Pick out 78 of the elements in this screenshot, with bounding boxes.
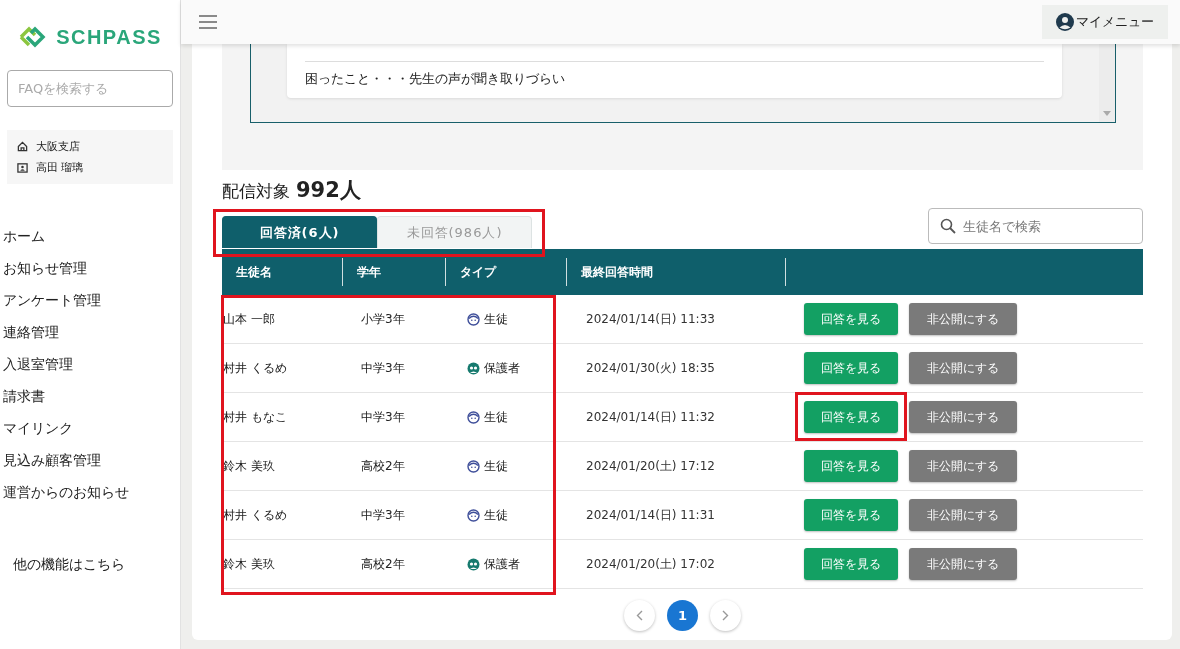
nav-item[interactable]: 入退室管理 xyxy=(3,348,73,380)
type-label: 生徒 xyxy=(484,506,508,524)
home-icon xyxy=(17,141,28,152)
table-cell-text: 2024/01/14(日) 11:31 xyxy=(585,506,716,524)
table-cell-text: 2024/01/20(土) 17:12 xyxy=(585,457,716,475)
table-cell-text: 村井 くるめ xyxy=(222,506,288,524)
logo-text: SCHPASS xyxy=(56,25,162,49)
table-cell-text: 村井 くるめ xyxy=(222,359,288,377)
table-cell-text: 山本 一郎 xyxy=(222,310,276,328)
table-cell-text: 2024/01/20(土) 17:02 xyxy=(585,555,716,573)
type-label: 保護者 xyxy=(484,555,520,573)
view-answer-button[interactable]: 回答を見る xyxy=(804,548,898,580)
make-private-button[interactable]: 非公開にする xyxy=(909,499,1017,531)
table-cell-text: 村井 もなこ xyxy=(222,408,288,426)
column-header: 最終回答時間 xyxy=(567,258,786,286)
next-page-button[interactable] xyxy=(710,600,741,631)
nav-item[interactable]: ホーム xyxy=(3,220,45,252)
table-cell-text: 2024/01/30(火) 18:35 xyxy=(585,359,716,377)
face-icon xyxy=(467,508,480,522)
type-label: 生徒 xyxy=(484,310,508,328)
table-cell-text: 中学3年 xyxy=(360,506,406,524)
type-label: 生徒 xyxy=(484,457,508,475)
nav-item[interactable]: 連絡管理 xyxy=(3,316,59,348)
previous-page-button[interactable] xyxy=(624,600,655,631)
nav-item[interactable]: お知らせ管理 xyxy=(3,252,87,284)
view-answer-button[interactable]: 回答を見る xyxy=(804,352,898,384)
face-icon xyxy=(467,459,480,473)
table-cell-text: 中学3年 xyxy=(360,359,406,377)
column-header: タイプ xyxy=(446,258,567,286)
nav-item[interactable]: 運営からのお知らせ xyxy=(3,476,129,508)
table-cell-text: 2024/01/14(日) 11:33 xyxy=(585,310,716,328)
type-label: 生徒 xyxy=(484,408,508,426)
chevron-left-icon xyxy=(636,610,643,621)
recipients-label: 配信対象 xyxy=(222,180,290,203)
face-icon xyxy=(467,557,480,571)
chevron-right-icon xyxy=(722,610,729,621)
answer-text: 困ったこと・・・先生の声が聞き取りづらい xyxy=(305,61,1044,98)
make-private-button[interactable]: 非公開にする xyxy=(909,450,1017,482)
account-icon xyxy=(1056,13,1074,31)
nav-item[interactable]: 請求書 xyxy=(3,380,45,412)
table-cell-text: 小学3年 xyxy=(360,310,406,328)
tab[interactable]: 未回答(986人) xyxy=(377,216,532,248)
face-icon xyxy=(467,361,480,375)
scroll-down-icon[interactable] xyxy=(1103,111,1111,116)
view-answer-button[interactable]: 回答を見る xyxy=(804,401,898,433)
table-cell-text: 鈴木 美玖 xyxy=(222,457,276,475)
table-cell-text: 中学3年 xyxy=(360,408,406,426)
page-button[interactable]: 1 xyxy=(667,600,698,631)
table-cell-text: 高校2年 xyxy=(360,555,406,573)
search-icon xyxy=(940,218,956,234)
branch-name: 大阪支店 xyxy=(36,139,80,154)
column-header: 生徒名 xyxy=(222,258,343,286)
table-cell-text: 高校2年 xyxy=(360,457,406,475)
make-private-button[interactable]: 非公開にする xyxy=(909,352,1017,384)
make-private-button[interactable]: 非公開にする xyxy=(909,401,1017,433)
make-private-button[interactable]: 非公開にする xyxy=(909,303,1017,335)
recipients-count: 992人 xyxy=(296,177,361,204)
type-label: 保護者 xyxy=(484,359,520,377)
face-icon xyxy=(467,312,480,326)
column-header: 学年 xyxy=(343,258,446,286)
nav-item[interactable]: アンケート管理 xyxy=(3,284,101,316)
menu-icon[interactable] xyxy=(199,15,217,29)
user-name: 高田 瑠璃 xyxy=(36,160,84,175)
face-icon xyxy=(467,410,480,424)
student-search-field[interactable]: 生徒名で検索 xyxy=(928,208,1143,244)
view-answer-button[interactable]: 回答を見る xyxy=(804,303,898,335)
view-answer-button[interactable]: 回答を見る xyxy=(804,499,898,531)
id-card-icon xyxy=(17,162,28,173)
tab[interactable]: 回答済(6人) xyxy=(222,216,377,248)
nav-item[interactable]: 見込み顧客管理 xyxy=(3,444,101,476)
table-cell-text: 鈴木 美玖 xyxy=(222,555,276,573)
my-menu-button[interactable]: マイメニュー xyxy=(1042,5,1168,39)
nav-item[interactable]: マイリンク xyxy=(3,412,73,444)
view-answer-button[interactable]: 回答を見る xyxy=(804,450,898,482)
more-features-link[interactable]: 他の機能はこちら xyxy=(13,556,125,574)
make-private-button[interactable]: 非公開にする xyxy=(909,548,1017,580)
table-cell-text: 2024/01/14(日) 11:32 xyxy=(585,408,716,426)
faq-search-field[interactable]: FAQを検索する xyxy=(7,70,173,107)
